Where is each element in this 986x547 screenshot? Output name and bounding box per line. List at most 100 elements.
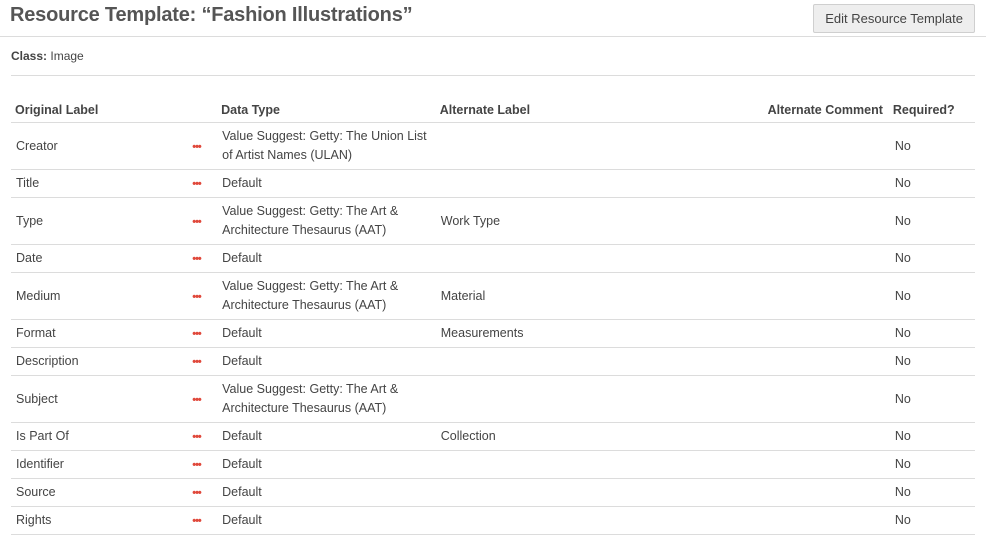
alternate-label-cell [435,450,702,479]
property-label: Rights [11,506,193,535]
ellipsis-icon[interactable]: ••• [192,177,202,191]
column-header-actions [192,97,218,123]
alternate-comment-cell [701,450,889,479]
table-row: Date ••• Default No [11,244,975,273]
ellipsis-icon[interactable]: ••• [192,215,202,229]
data-type-cell: Value Suggest: Getty: The Art & Architec… [217,375,436,423]
row-actions[interactable]: ••• [192,122,218,170]
property-label: Title [11,169,193,198]
required-cell: No [888,319,975,348]
column-header-required: Required? [888,97,975,123]
required-cell: No [888,450,975,479]
column-header-data-type: Data Type [217,97,436,123]
ellipsis-icon[interactable]: ••• [192,327,202,341]
property-label: Medium [11,272,193,320]
ellipsis-icon[interactable]: ••• [192,486,202,500]
required-cell: No [888,169,975,198]
ellipsis-icon[interactable]: ••• [192,140,202,154]
property-label: Subject [11,375,193,423]
data-type-cell: Value Suggest: Getty: The Union List of … [217,122,436,170]
alternate-label-cell [435,506,702,535]
table-row: Source ••• Default No [11,478,975,507]
row-actions[interactable]: ••• [192,347,218,376]
required-cell: No [888,244,975,273]
ellipsis-icon[interactable]: ••• [192,355,202,369]
ellipsis-icon[interactable]: ••• [192,252,202,266]
row-actions[interactable]: ••• [192,244,218,273]
property-label: Is Part Of [11,422,193,451]
alternate-label-cell: Material [435,272,702,320]
row-actions[interactable]: ••• [192,197,218,245]
row-actions[interactable]: ••• [192,272,218,320]
table-row: Format ••• Default Measurements No [11,319,975,348]
table-row: Creator ••• Value Suggest: Getty: The Unio… [11,122,975,170]
column-header-alternate-comment: Alternate Comment [701,97,889,123]
class-label: Class: [11,49,48,63]
alternate-comment-cell [701,478,889,507]
data-type-cell: Value Suggest: Getty: The Art & Architec… [217,272,436,320]
table-row: Identifier ••• Default No [11,450,975,479]
ellipsis-icon[interactable]: ••• [192,430,202,444]
ellipsis-icon[interactable]: ••• [192,514,202,528]
table-row: Type ••• Value Suggest: Getty: The Art & A… [11,197,975,245]
column-header-original-label: Original Label [11,97,193,123]
required-cell: No [888,197,975,245]
alternate-comment-cell [701,422,889,451]
row-actions[interactable]: ••• [192,450,218,479]
ellipsis-icon[interactable]: ••• [192,458,202,472]
required-cell: No [888,506,975,535]
data-type-cell: Default [217,478,436,507]
row-actions[interactable]: ••• [192,506,218,535]
data-type-cell: Default [217,506,436,535]
data-type-cell: Default [217,244,436,273]
row-actions[interactable]: ••• [192,169,218,198]
table-row: Description ••• Default No [11,347,975,376]
data-type-cell: Default [217,422,436,451]
alternate-label-cell [435,347,702,376]
ellipsis-icon[interactable]: ••• [192,290,202,304]
edit-resource-template-button[interactable]: Edit Resource Template [813,4,975,33]
table-row: Title ••• Default No [11,169,975,198]
required-cell: No [888,122,975,170]
alternate-label-cell [435,122,702,170]
table-body: Creator ••• Value Suggest: Getty: The Unio… [11,122,975,535]
alternate-label-cell [435,169,702,198]
required-cell: No [888,478,975,507]
alternate-comment-cell [701,347,889,376]
alternate-comment-cell [701,122,889,170]
alternate-comment-cell [701,197,889,245]
alternate-label-cell [435,375,702,423]
alternate-label-cell: Work Type [435,197,702,245]
row-actions[interactable]: ••• [192,375,218,423]
required-cell: No [888,272,975,320]
alternate-comment-cell [701,272,889,320]
table-row: Is Part Of ••• Default Collection No [11,422,975,451]
alternate-label-cell: Collection [435,422,702,451]
class-value: Image [50,49,84,63]
data-type-cell: Default [217,450,436,479]
alternate-label-cell [435,244,702,273]
required-cell: No [888,422,975,451]
alternate-comment-cell [701,169,889,198]
property-label: Date [11,244,193,273]
table-row: Subject ••• Value Suggest: Getty: The Art … [11,375,975,423]
alternate-comment-cell [701,319,889,348]
property-label: Source [11,478,193,507]
required-cell: No [888,375,975,423]
row-actions[interactable]: ••• [192,478,218,507]
row-actions[interactable]: ••• [192,422,218,451]
property-label: Format [11,319,193,348]
required-cell: No [888,347,975,376]
table-header-row: Original Label Data Type Alternate Label… [11,97,975,123]
table-row: Medium ••• Value Suggest: Getty: The Art &… [11,272,975,320]
alternate-label-cell: Measurements [435,319,702,348]
property-label: Creator [11,122,193,170]
alternate-comment-cell [701,375,889,423]
alternate-comment-cell [701,244,889,273]
ellipsis-icon[interactable]: ••• [192,393,202,407]
row-actions[interactable]: ••• [192,319,218,348]
properties-table: Original Label Data Type Alternate Label… [11,97,975,535]
alternate-label-cell [435,478,702,507]
property-label: Type [11,197,193,245]
alternate-comment-cell [701,506,889,535]
